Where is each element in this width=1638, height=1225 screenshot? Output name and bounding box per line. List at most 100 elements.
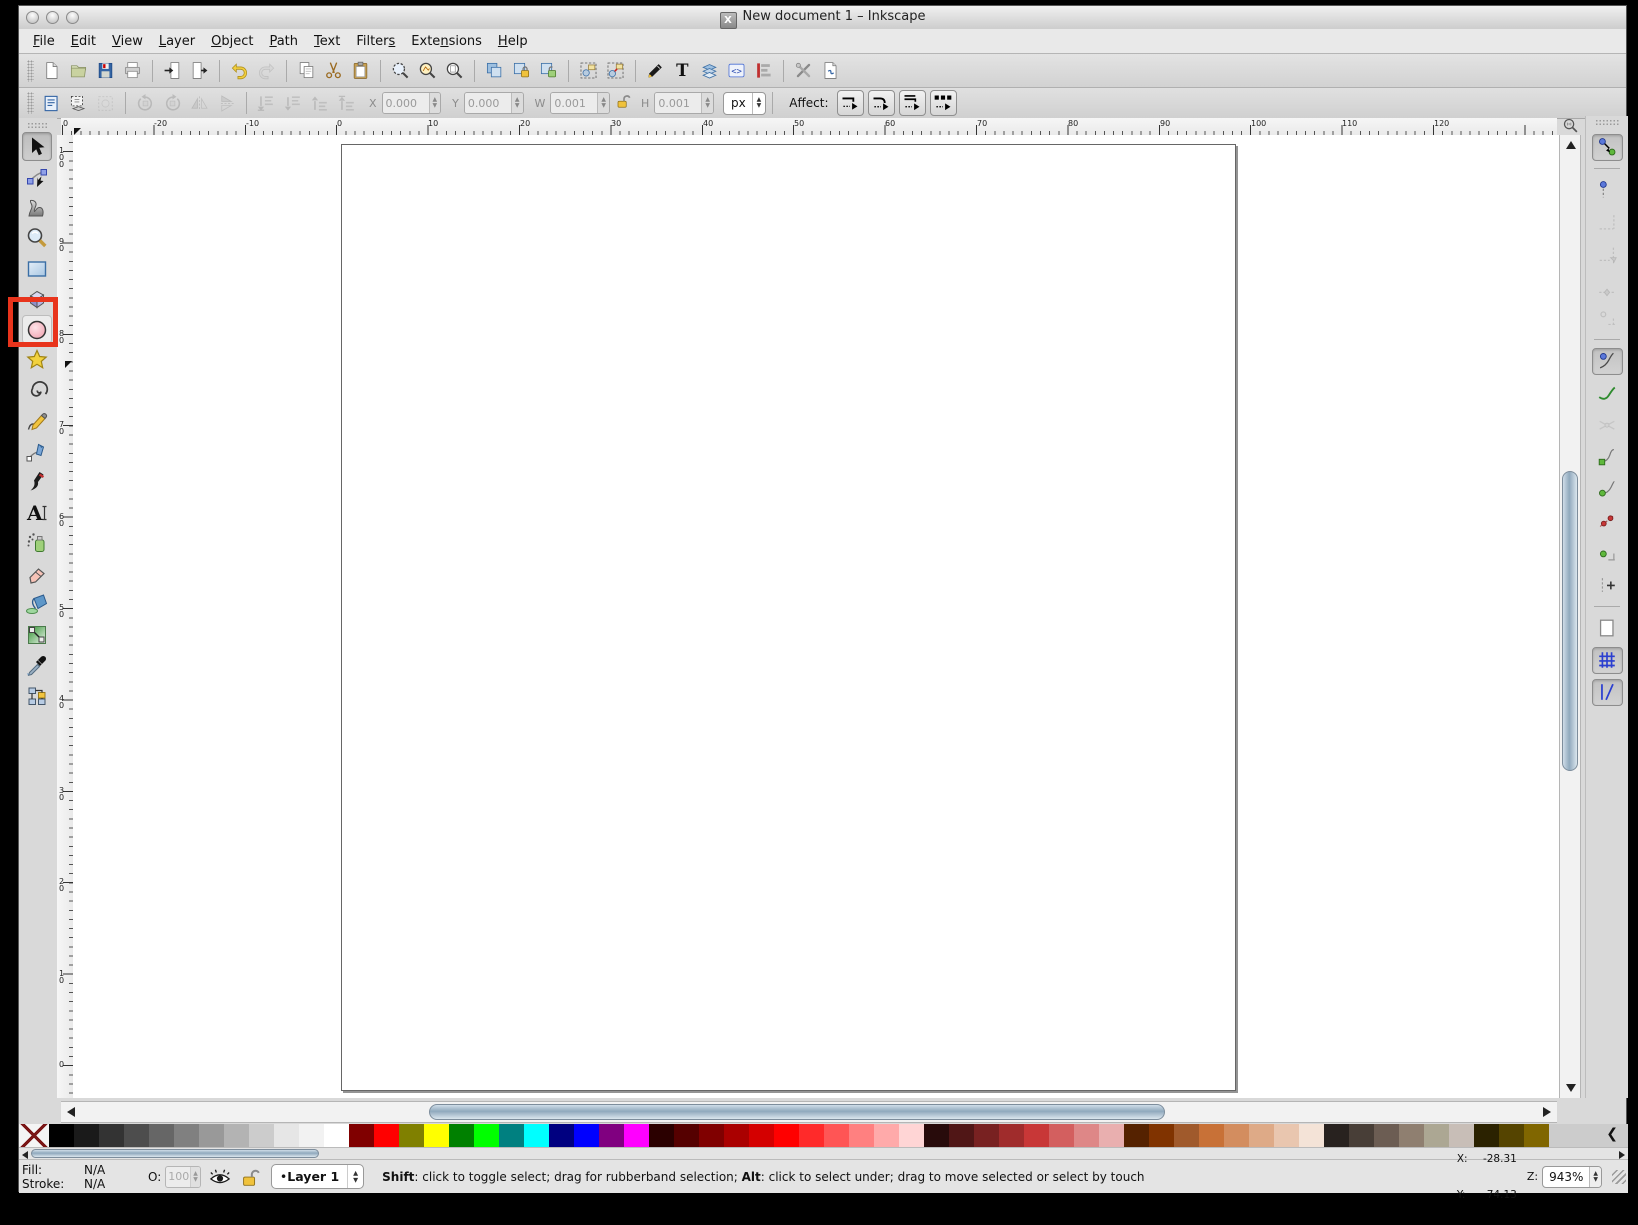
color-swatch[interactable] [674, 1124, 699, 1147]
horizontal-ruler[interactable]: 0-20-100102030405060708090100110120 [61, 118, 1557, 136]
snap-cusp-nodes-toggle[interactable] [1592, 444, 1623, 471]
color-swatch[interactable] [749, 1124, 774, 1147]
color-swatch[interactable] [799, 1124, 824, 1147]
snap-midpoints-toggle[interactable] [1592, 508, 1623, 535]
star-tool[interactable] [22, 346, 52, 375]
import-button[interactable] [160, 58, 185, 83]
dropper-tool[interactable] [22, 651, 52, 680]
color-swatch[interactable] [624, 1124, 649, 1147]
color-swatch[interactable] [1124, 1124, 1149, 1147]
color-swatch[interactable] [999, 1124, 1024, 1147]
gradient-tool[interactable] [22, 620, 52, 649]
color-swatch[interactable] [1374, 1124, 1399, 1147]
palette-scrollbar[interactable] [19, 1147, 1628, 1160]
snap-object-centers-toggle[interactable] [1592, 540, 1623, 567]
toolbar-grip[interactable] [27, 60, 34, 82]
stepper-icon[interactable]: ▲▼ [429, 93, 441, 113]
cut-button[interactable] [321, 58, 346, 83]
menu-text[interactable]: Text [306, 32, 348, 51]
toolbox-grip[interactable] [27, 122, 49, 129]
vertical-scroll-thumb[interactable] [1562, 471, 1578, 771]
vertical-scrollbar[interactable] [1559, 135, 1581, 1098]
unlink-clone-button[interactable] [536, 58, 561, 83]
color-swatch[interactable] [1074, 1124, 1099, 1147]
color-swatch[interactable] [374, 1124, 399, 1147]
fill-stroke-dialog-button[interactable] [643, 58, 668, 83]
zoom-tool[interactable] [22, 224, 52, 253]
menu-edit[interactable]: Edit [63, 32, 104, 51]
color-swatch[interactable] [149, 1124, 174, 1147]
xml-editor-button[interactable]: <> [724, 58, 749, 83]
color-swatch[interactable] [224, 1124, 249, 1147]
color-swatch[interactable] [1399, 1124, 1424, 1147]
pencil-tool[interactable] [22, 407, 52, 436]
scroll-right-arrow[interactable] [1543, 1107, 1551, 1117]
snap-rotation-centers-toggle[interactable] [1592, 572, 1623, 599]
color-swatch[interactable] [249, 1124, 274, 1147]
color-swatch[interactable] [824, 1124, 849, 1147]
layer-lock-icon[interactable] [239, 1167, 261, 1187]
rectangle-tool[interactable] [22, 254, 52, 283]
color-swatch[interactable] [49, 1124, 74, 1147]
group-button[interactable] [576, 58, 601, 83]
align-dialog-button[interactable] [751, 58, 776, 83]
menu-extensions[interactable]: Extensions [403, 32, 490, 51]
color-swatch[interactable] [1299, 1124, 1324, 1147]
palette-scroll-left-icon[interactable]: ❮ [1606, 1126, 1618, 1142]
toolbar-grip[interactable] [27, 92, 34, 114]
color-swatch[interactable] [399, 1124, 424, 1147]
color-swatch[interactable] [474, 1124, 499, 1147]
color-swatch[interactable] [1099, 1124, 1124, 1147]
spray-tool[interactable] [22, 529, 52, 558]
paint-bucket-tool[interactable] [22, 590, 52, 619]
color-swatch[interactable] [599, 1124, 624, 1147]
menu-layer[interactable]: Layer [151, 32, 203, 51]
snap-paths-toggle[interactable] [1592, 380, 1623, 407]
palette-scroll-right-arrow[interactable] [1619, 1151, 1625, 1159]
color-swatch[interactable] [549, 1124, 574, 1147]
open-document-button[interactable] [66, 58, 91, 83]
scale-corners-toggle[interactable] [868, 90, 895, 116]
preferences-button[interactable] [791, 58, 816, 83]
new-document-button[interactable] [39, 58, 64, 83]
snap-nodes-toggle[interactable] [1592, 348, 1623, 375]
menu-file[interactable]: File [25, 32, 63, 51]
color-swatch[interactable] [574, 1124, 599, 1147]
color-swatch[interactable] [1524, 1124, 1549, 1147]
eraser-tool[interactable] [22, 559, 52, 588]
snap-enable-toggle[interactable] [1592, 134, 1623, 161]
palette-scroll-left-arrow[interactable] [22, 1151, 28, 1159]
pen-tool[interactable] [22, 437, 52, 466]
stepper-icon[interactable]: ▲▼ [511, 93, 523, 113]
scale-stroke-toggle[interactable] [837, 90, 864, 116]
zoom-corner-icon[interactable] [1557, 116, 1583, 135]
zoom-selection-button[interactable] [388, 58, 413, 83]
menu-view[interactable]: View [104, 32, 151, 51]
text-dialog-button[interactable]: T [670, 58, 695, 83]
color-swatch[interactable] [774, 1124, 799, 1147]
fill-stroke-indicator[interactable]: Fill:N/A Stroke:N/A [19, 1163, 134, 1191]
color-swatch[interactable] [324, 1124, 349, 1147]
color-swatch[interactable] [199, 1124, 224, 1147]
color-swatch[interactable] [899, 1124, 924, 1147]
color-swatch[interactable] [1049, 1124, 1074, 1147]
snap-bbox-toggle[interactable] [1592, 177, 1623, 204]
color-swatch[interactable] [924, 1124, 949, 1147]
color-swatch[interactable] [524, 1124, 549, 1147]
color-swatch[interactable] [974, 1124, 999, 1147]
color-swatch[interactable] [1349, 1124, 1374, 1147]
document-properties-button[interactable] [818, 58, 843, 83]
color-swatch[interactable] [699, 1124, 724, 1147]
menu-help[interactable]: Help [490, 32, 536, 51]
window-resize-grip[interactable] [1612, 1170, 1626, 1184]
color-swatch[interactable] [1224, 1124, 1249, 1147]
color-swatch[interactable] [849, 1124, 874, 1147]
lock-ratio-icon[interactable] [615, 93, 633, 113]
x-field[interactable]: 0.000▲▼ [382, 92, 442, 114]
color-swatch[interactable] [349, 1124, 374, 1147]
node-tool[interactable] [22, 163, 52, 192]
save-button[interactable] [93, 58, 118, 83]
export-button[interactable] [187, 58, 212, 83]
width-field[interactable]: 0.001▲▼ [550, 92, 610, 114]
color-swatch[interactable] [1424, 1124, 1449, 1147]
